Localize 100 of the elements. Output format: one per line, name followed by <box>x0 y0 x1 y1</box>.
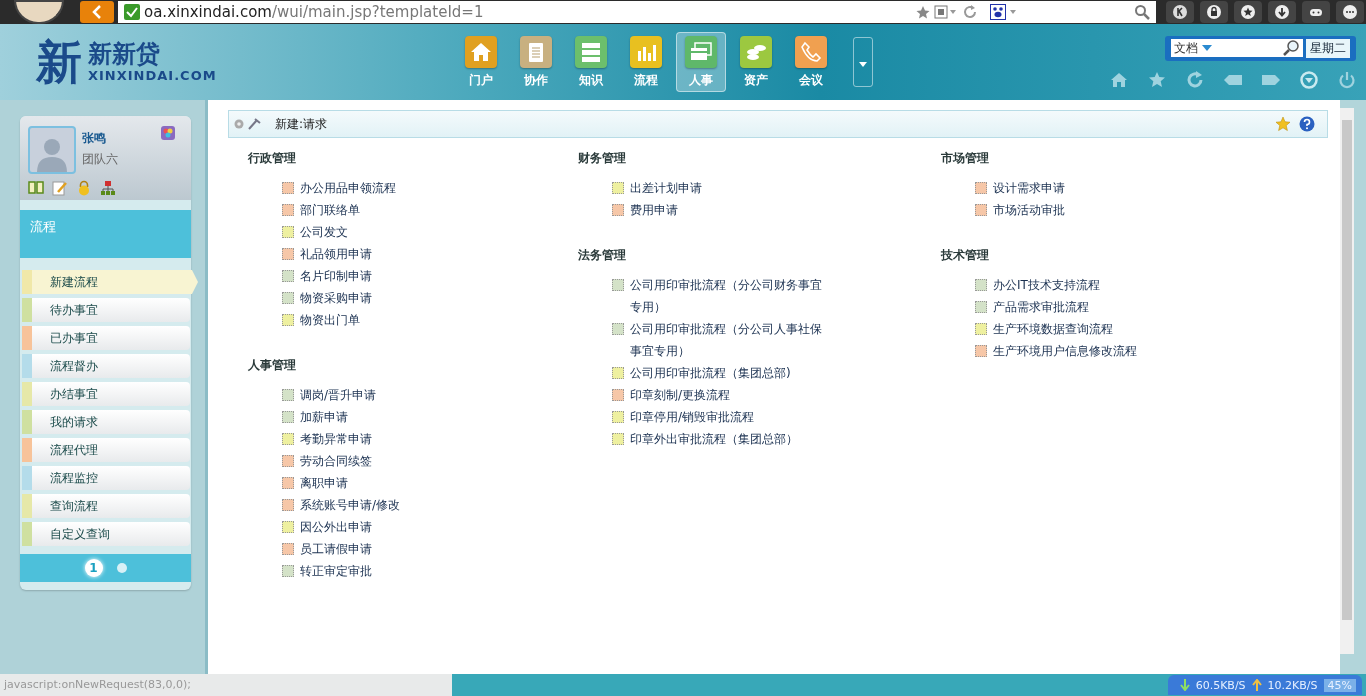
logo-mark: 新 <box>36 39 82 85</box>
color-palette-icon[interactable] <box>161 126 175 140</box>
workflow-link[interactable]: 加薪申请 <box>300 406 348 428</box>
category-heading: 技术管理 <box>941 247 990 264</box>
workflow-link[interactable]: 转正审定审批 <box>300 560 372 582</box>
org-chart-icon[interactable] <box>100 180 116 196</box>
menu-item[interactable]: 流程代理 <box>22 438 190 462</box>
workflow-link[interactable]: 出差计划申请 <box>630 177 702 199</box>
more-icon[interactable] <box>1336 1 1364 23</box>
avatar-silhouette <box>28 126 76 174</box>
search-icon[interactable] <box>1282 39 1300 57</box>
dropdown-circle-icon[interactable] <box>1300 70 1318 89</box>
nav-more-button[interactable] <box>853 37 873 87</box>
secure-check-icon <box>124 4 140 20</box>
workflow-link[interactable]: 公司用印审批流程（分公司人事社保事宜专用） <box>630 318 827 362</box>
download-icon[interactable] <box>1268 1 1296 23</box>
lock-icon[interactable] <box>1200 1 1228 23</box>
clipboard-icon <box>520 35 552 68</box>
back-button[interactable] <box>80 1 114 23</box>
workflow-link[interactable]: 调岗/晋升申请 <box>300 384 377 406</box>
download-speed: 60.5KB/S <box>1195 678 1246 692</box>
workflow-link[interactable]: 生产环境用户信息修改流程 <box>993 340 1137 362</box>
nav-tab[interactable]: 会议 <box>786 32 836 92</box>
workflow-link[interactable]: 印章外出审批流程（集团总部） <box>630 428 798 450</box>
workflow-link[interactable]: 生产环境数据查询流程 <box>993 318 1113 340</box>
menu-item[interactable]: 待办事宜 <box>22 298 190 322</box>
workflow-link[interactable]: 办公用品申领流程 <box>300 177 396 199</box>
back-arrow-icon[interactable] <box>1224 74 1242 85</box>
address-field[interactable]: oa.xinxindai.com/wui/main.jsp?templateId=1 <box>118 1 984 23</box>
menu-item[interactable]: 我的请求 <box>22 410 190 434</box>
menu-item[interactable]: 查询流程 <box>22 494 190 518</box>
server-icon <box>575 35 607 68</box>
browser-search-field[interactable] <box>984 1 1156 23</box>
user-team: 团队六 <box>82 151 118 168</box>
usage-percent: 45% <box>1323 678 1356 692</box>
upload-arrow-icon <box>1251 679 1262 691</box>
workflow-link[interactable]: 市场活动审批 <box>993 199 1065 221</box>
menu-item[interactable]: 已办事宜 <box>22 326 190 350</box>
workflow-link[interactable]: 产品需求审批流程 <box>993 296 1089 318</box>
workflow-link[interactable]: 设计需求申请 <box>993 177 1065 199</box>
power-icon[interactable] <box>1338 70 1356 89</box>
workflow-link[interactable]: 员工请假申请 <box>300 538 372 560</box>
help-icon[interactable] <box>1299 116 1315 132</box>
menu-item[interactable]: 新建流程 <box>22 270 198 294</box>
home-icon[interactable] <box>1110 71 1128 88</box>
edit-note-icon[interactable] <box>52 180 68 196</box>
workflow-link[interactable]: 公司用印审批流程（分公司财务事宜专用） <box>630 274 827 318</box>
category-heading: 市场管理 <box>941 150 990 167</box>
nav-tab[interactable]: 资产 <box>731 32 781 92</box>
category-heading: 行政管理 <box>248 150 297 167</box>
back-icon <box>92 5 102 19</box>
category-heading: 法务管理 <box>578 247 627 264</box>
caret-icon <box>1202 45 1212 51</box>
weekday-label: 星期二 <box>1306 38 1350 58</box>
category-heading: 财务管理 <box>578 150 627 167</box>
workflow-link[interactable]: 考勤异常申请 <box>300 428 372 450</box>
search-icon[interactable] <box>1134 4 1150 20</box>
favorite-star-icon[interactable] <box>1275 116 1291 132</box>
forward-arrow-icon[interactable] <box>1262 74 1280 85</box>
workflow-link[interactable]: 物资出门单 <box>300 309 360 331</box>
search-category[interactable]: 文档 <box>1174 39 1198 57</box>
settings-tools-icon[interactable] <box>233 117 263 131</box>
url-host: oa.xinxindai.com <box>144 3 272 21</box>
workflow-link[interactable]: 因公外出申请 <box>300 516 372 538</box>
menu-item[interactable]: 流程监控 <box>22 466 190 490</box>
workflow-link[interactable]: 劳动合同续签 <box>300 450 372 472</box>
workflow-link[interactable]: 离职申请 <box>300 472 348 494</box>
workflow-link[interactable]: 礼品领用申请 <box>300 243 372 265</box>
workflow-link[interactable]: 公司发文 <box>300 221 348 243</box>
url-path: /wui/main.jsp?templateId=1 <box>271 3 484 21</box>
workflow-link[interactable]: 印章刻制/更换流程 <box>630 384 731 406</box>
gamepad-icon[interactable] <box>1302 1 1330 23</box>
scrollbar[interactable] <box>1340 108 1354 654</box>
caret-icon <box>859 61 867 67</box>
book-icon[interactable] <box>28 180 44 194</box>
menu-item[interactable]: 自定义查询 <box>22 522 190 546</box>
workflow-link[interactable]: 费用申请 <box>630 199 678 221</box>
menu-item[interactable]: 流程督办 <box>22 354 190 378</box>
category-heading: 人事管理 <box>248 357 297 374</box>
star-icon[interactable] <box>1148 71 1166 88</box>
page-dot[interactable] <box>116 563 127 573</box>
qr-code-icon[interactable] <box>934 5 958 19</box>
workflow-link[interactable]: 印章停用/销毁审批流程 <box>630 406 755 428</box>
user-name[interactable]: 张鸣 <box>82 130 118 147</box>
browser-avatar[interactable] <box>14 0 64 24</box>
refresh-icon[interactable] <box>962 4 978 20</box>
search-field[interactable]: 文档 <box>1171 39 1303 57</box>
k-extension-icon[interactable] <box>1166 1 1194 23</box>
refresh-icon[interactable] <box>1186 70 1204 89</box>
workflow-link[interactable]: 物资采购申请 <box>300 287 372 309</box>
workflow-link[interactable]: 办公IT技术支持流程 <box>993 274 1100 296</box>
logo-title: 新新贷 <box>88 41 161 68</box>
workflow-link[interactable]: 名片印制申请 <box>300 265 372 287</box>
logo-domain: XINXINDAI.COM <box>88 67 217 83</box>
workflow-link[interactable]: 部门联络单 <box>300 199 360 221</box>
star-icon[interactable] <box>916 5 930 19</box>
workflow-link[interactable]: 公司用印审批流程（集团总部) <box>630 362 791 384</box>
home-icon <box>465 35 497 68</box>
menu-item[interactable]: 办结事宜 <box>22 382 190 406</box>
workflow-link[interactable]: 系统账号申请/修改 <box>300 494 401 516</box>
